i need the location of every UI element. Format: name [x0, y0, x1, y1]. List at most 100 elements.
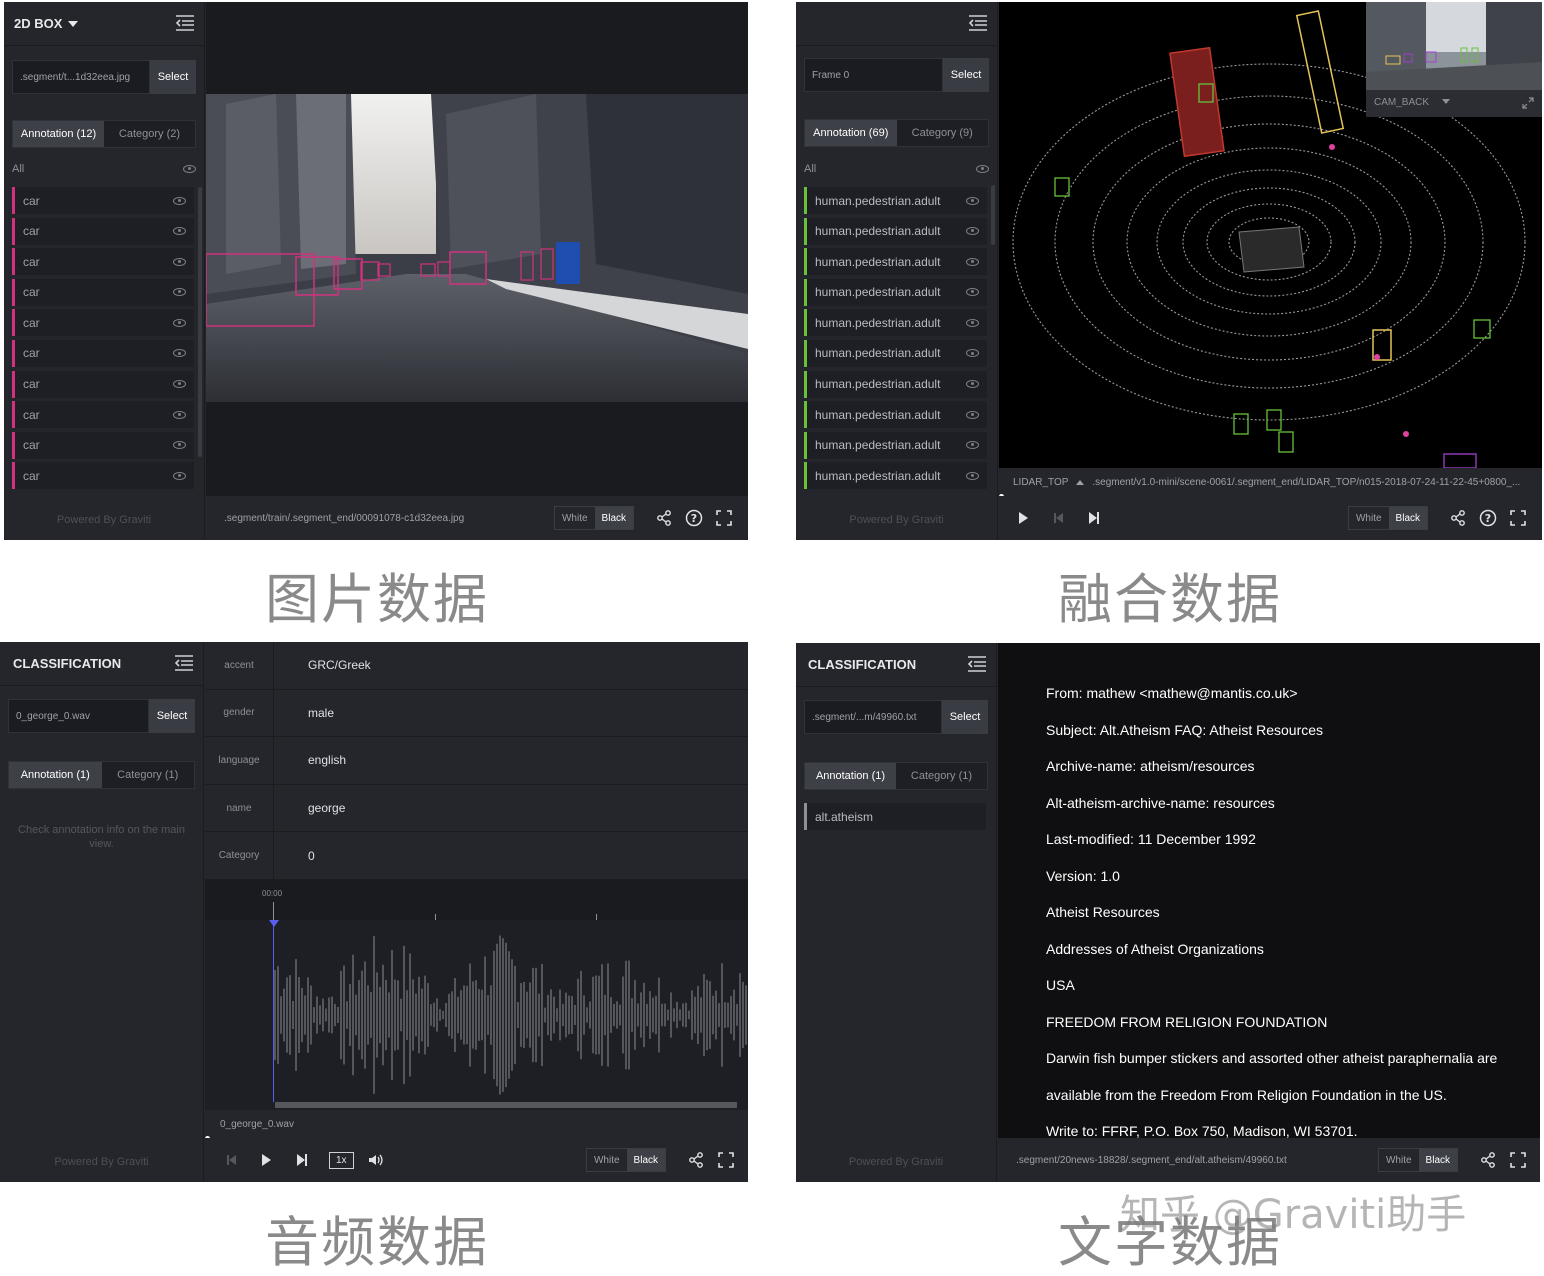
collapse-menu-icon[interactable]: [968, 656, 986, 672]
camera-inset[interactable]: CAM_BACK: [1366, 2, 1542, 117]
list-item[interactable]: human.pedestrian.adult: [804, 370, 987, 398]
frame-input[interactable]: Frame 0: [804, 58, 943, 92]
select-button[interactable]: Select: [942, 700, 988, 734]
collapse-menu-icon[interactable]: [176, 15, 194, 31]
list-item[interactable]: human.pedestrian.adult: [804, 431, 987, 459]
scrollbar[interactable]: [198, 187, 202, 457]
eye-icon[interactable]: [173, 349, 186, 358]
scrollbar[interactable]: [991, 185, 995, 245]
share-icon[interactable]: [1448, 508, 1468, 528]
black-theme-button[interactable]: Black: [626, 1149, 665, 1171]
list-item[interactable]: car: [12, 217, 194, 245]
playhead[interactable]: [273, 920, 274, 1102]
eye-icon[interactable]: [966, 318, 979, 327]
select-button[interactable]: Select: [150, 60, 196, 94]
list-item[interactable]: car: [12, 401, 194, 429]
list-item[interactable]: human.pedestrian.adult: [804, 339, 987, 367]
eye-icon[interactable]: [966, 380, 979, 389]
list-item[interactable]: car: [12, 248, 194, 276]
waveform-area[interactable]: 00:00: [205, 880, 748, 1110]
eye-icon[interactable]: [173, 380, 186, 389]
list-item[interactable]: human.pedestrian.adult: [804, 187, 987, 214]
tab-category[interactable]: Category (9): [897, 120, 989, 146]
sensor-label[interactable]: LIDAR_TOP: [999, 477, 1068, 488]
camera-label[interactable]: CAM_BACK: [1374, 97, 1429, 108]
white-theme-button[interactable]: White: [1379, 1149, 1419, 1171]
list-item[interactable]: car: [12, 339, 194, 367]
caret-up-icon[interactable]: [1076, 479, 1085, 485]
eye-icon[interactable]: [966, 471, 979, 480]
list-item[interactable]: car: [12, 278, 194, 306]
fullscreen-icon[interactable]: [716, 1150, 736, 1170]
fullscreen-icon[interactable]: [714, 508, 734, 528]
list-item[interactable]: car: [12, 431, 194, 459]
skip-forward-icon[interactable]: [297, 1154, 307, 1166]
annotation-type-title[interactable]: 2D BOX: [14, 16, 62, 31]
eye-icon[interactable]: [966, 441, 979, 450]
share-icon[interactable]: [686, 1150, 706, 1170]
collapse-menu-icon[interactable]: [969, 15, 987, 31]
eye-icon[interactable]: [966, 410, 979, 419]
skip-back-icon[interactable]: [227, 1155, 236, 1165]
collapse-menu-icon[interactable]: [175, 655, 193, 671]
all-row[interactable]: All: [12, 159, 196, 179]
list-item[interactable]: alt.atheism: [804, 803, 986, 830]
black-theme-button[interactable]: Black: [1388, 507, 1427, 529]
tab-annotation[interactable]: Annotation (1): [9, 762, 102, 788]
eye-icon[interactable]: [173, 196, 186, 205]
black-theme-button[interactable]: Black: [1418, 1149, 1457, 1171]
list-item[interactable]: human.pedestrian.adult: [804, 401, 987, 429]
eye-icon[interactable]: [173, 441, 186, 450]
eye-icon[interactable]: [173, 410, 186, 419]
eye-icon[interactable]: [976, 165, 989, 173]
expand-icon[interactable]: [1522, 97, 1534, 109]
eye-icon[interactable]: [966, 257, 979, 266]
skip-forward-icon[interactable]: [1089, 512, 1099, 524]
all-row[interactable]: All: [804, 159, 989, 179]
help-icon[interactable]: ?: [1478, 508, 1498, 528]
volume-icon[interactable]: [368, 1153, 384, 1167]
eye-icon[interactable]: [966, 227, 979, 236]
list-item[interactable]: car: [12, 370, 194, 398]
eye-icon[interactable]: [966, 349, 979, 358]
list-item[interactable]: human.pedestrian.adult: [804, 248, 987, 276]
list-item[interactable]: human.pedestrian.adult: [804, 309, 987, 337]
eye-icon[interactable]: [173, 318, 186, 327]
horizontal-scrollbar[interactable]: [275, 1102, 737, 1108]
play-icon[interactable]: [262, 1154, 271, 1166]
list-item[interactable]: car: [12, 309, 194, 337]
chevron-down-icon[interactable]: [1442, 99, 1450, 104]
tab-annotation[interactable]: Annotation (1): [805, 763, 896, 789]
tab-category[interactable]: Category (1): [102, 762, 195, 788]
file-input[interactable]: 0_george_0.wav: [8, 699, 149, 733]
eye-icon[interactable]: [173, 288, 186, 297]
list-item[interactable]: human.pedestrian.adult: [804, 217, 987, 245]
eye-icon[interactable]: [966, 288, 979, 297]
select-button[interactable]: Select: [149, 699, 195, 733]
share-icon[interactable]: [1478, 1150, 1498, 1170]
share-icon[interactable]: [654, 508, 674, 528]
playhead-marker-icon[interactable]: [269, 920, 279, 927]
file-input[interactable]: .segment/t...1d32eea.jpg: [12, 60, 150, 94]
list-item[interactable]: human.pedestrian.adult: [804, 278, 987, 306]
eye-icon[interactable]: [966, 196, 979, 205]
skip-back-icon[interactable]: [1054, 513, 1063, 523]
play-icon[interactable]: [1019, 512, 1028, 524]
tab-category[interactable]: Category (2): [104, 121, 195, 147]
eye-icon[interactable]: [173, 257, 186, 266]
list-item[interactable]: car: [12, 187, 194, 214]
fullscreen-icon[interactable]: [1508, 508, 1528, 528]
tab-annotation[interactable]: Annotation (12): [13, 121, 104, 147]
file-input[interactable]: .segment/...m/49960.txt: [804, 700, 942, 734]
tab-annotation[interactable]: Annotation (69): [805, 120, 897, 146]
select-button[interactable]: Select: [943, 58, 989, 92]
chevron-down-icon[interactable]: [68, 20, 79, 27]
list-item[interactable]: human.pedestrian.adult: [804, 462, 987, 490]
white-theme-button[interactable]: White: [555, 507, 595, 529]
help-icon[interactable]: ?: [684, 508, 704, 528]
eye-icon[interactable]: [173, 227, 186, 236]
playback-speed[interactable]: 1x: [329, 1151, 354, 1169]
black-theme-button[interactable]: Black: [594, 507, 633, 529]
eye-icon[interactable]: [173, 471, 186, 480]
white-theme-button[interactable]: White: [587, 1149, 627, 1171]
